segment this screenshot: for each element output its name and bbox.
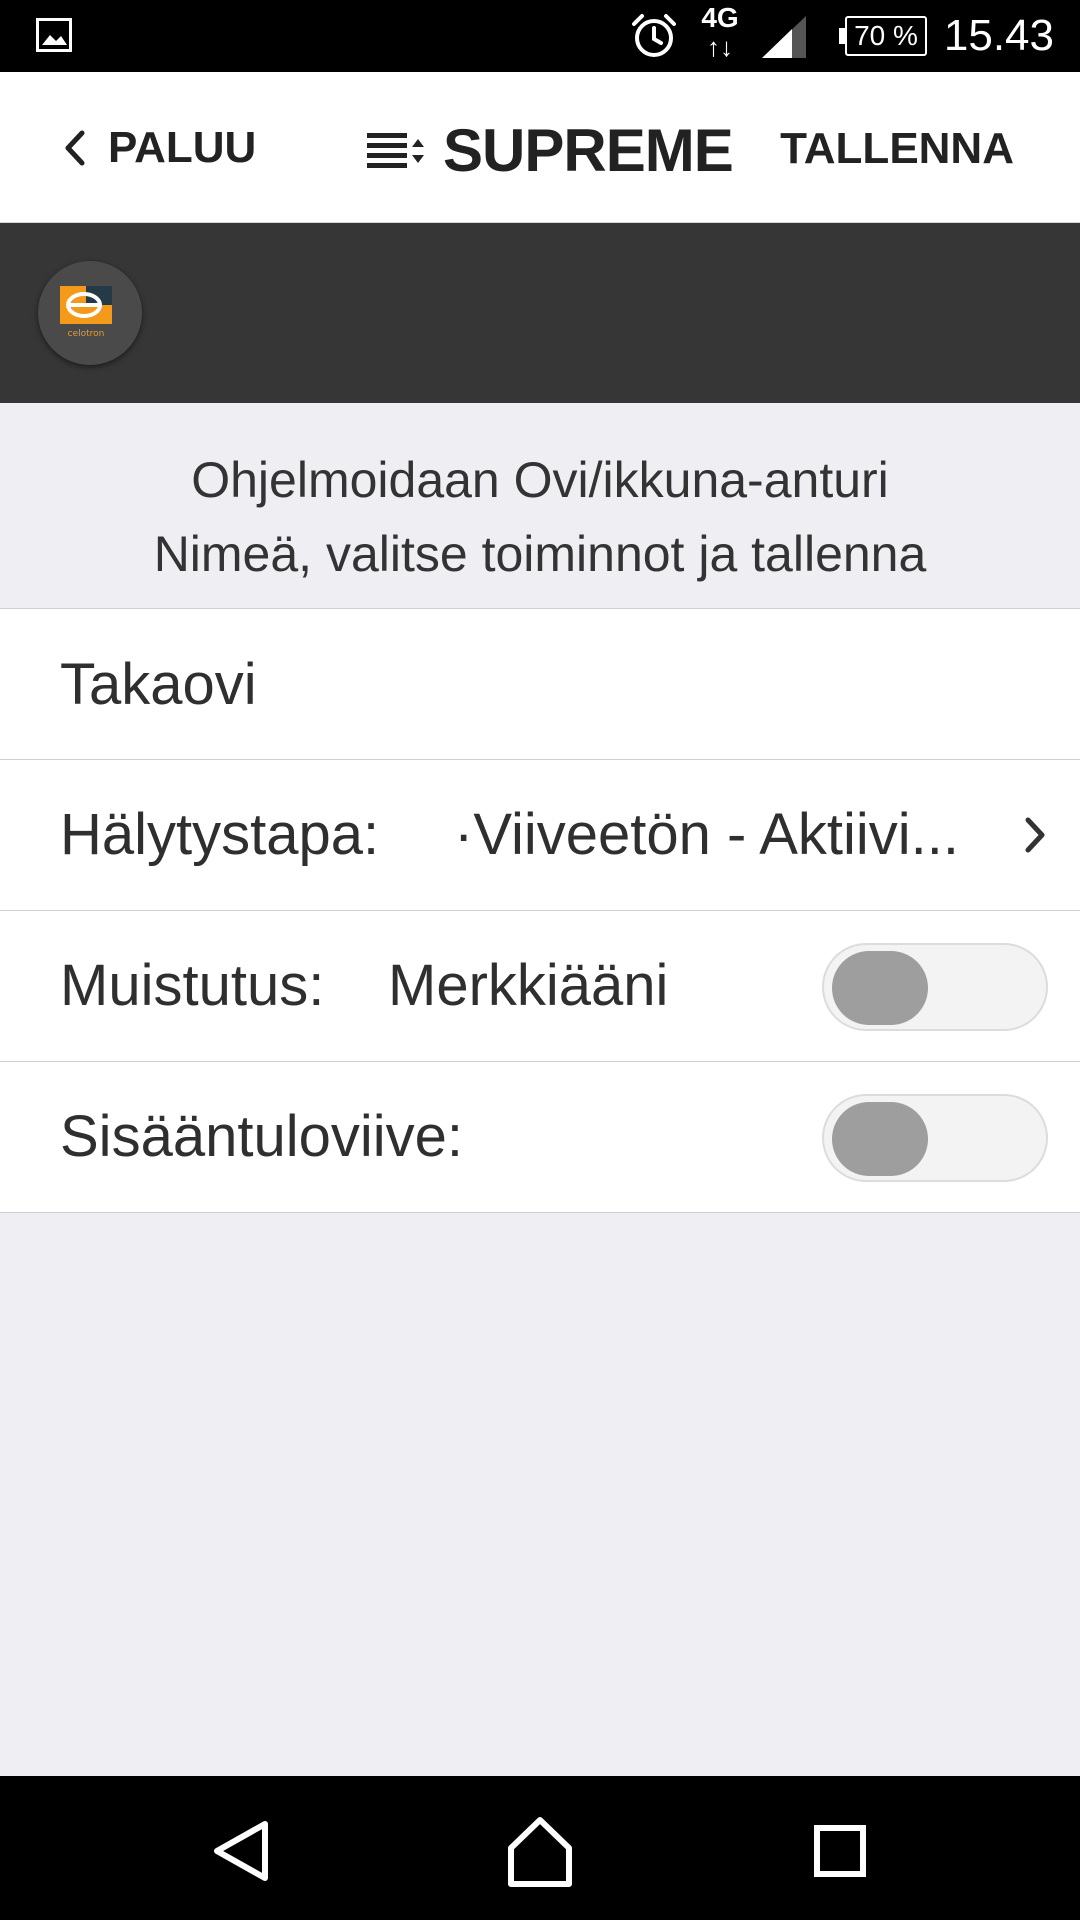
entry-delay-toggle[interactable]	[822, 1094, 1048, 1182]
navigation-bar	[0, 1776, 1080, 1920]
chevron-right-icon	[1025, 817, 1045, 853]
sensor-name-row	[0, 609, 1080, 760]
sensor-name-input[interactable]	[60, 639, 1040, 729]
entry-delay-label: Sisääntuloviive:	[60, 1104, 463, 1169]
celotron-logo: celotron	[38, 261, 142, 365]
status-time: 15.43	[943, 11, 1054, 60]
reminder-toggle[interactable]	[822, 943, 1048, 1031]
save-button[interactable]: TALLENNA	[780, 124, 1014, 174]
back-label: PALUU	[108, 123, 257, 172]
alarm-mode-label: Hälytystapa:	[60, 802, 380, 867]
entry-delay-row: Sisääntuloviive:	[0, 1062, 1080, 1213]
back-nav-icon[interactable]	[195, 1806, 285, 1896]
instruction-line-1: Ohjelmoidaan Ovi/ikkuna-anturi	[191, 452, 889, 508]
reminder-label: Muistutus:	[60, 953, 325, 1018]
network-indicator: 4G ↑↓	[701, 2, 739, 63]
brand: SUPREME	[367, 116, 734, 185]
toggle-knob	[832, 951, 928, 1025]
recents-nav-icon[interactable]	[795, 1806, 885, 1896]
app-title: SUPREME	[443, 117, 734, 184]
alarm-clock-icon	[632, 14, 676, 57]
home-nav-icon[interactable]	[495, 1806, 585, 1896]
alarm-mode-value: ·Viiveetön - Aktiivi...	[454, 802, 960, 867]
battery-level: 70 %	[854, 20, 918, 51]
logo-band: celotron	[0, 223, 1080, 403]
instructions: Ohjelmoidaan Ovi/ikkuna-anturi Nimeä, va…	[0, 403, 1080, 609]
chevron-left-icon	[65, 130, 85, 166]
logo-text: celotron	[68, 329, 105, 339]
back-button[interactable]: PALUU	[60, 118, 256, 178]
reminder-row: Muistutus: Merkkiääni	[0, 911, 1080, 1062]
sort-menu-icon	[367, 132, 424, 168]
status-bar: 4G ↑↓ 70 % 15.43	[0, 0, 1080, 72]
gallery-icon	[36, 18, 72, 52]
app-header: PALUU SUPREME TALLENNA	[0, 72, 1080, 223]
alarm-mode-row[interactable]: Hälytystapa: ·Viiveetön - Aktiivi...	[0, 760, 1080, 911]
instruction-line-2: Nimeä, valitse toiminnot ja tallenna	[153, 526, 927, 582]
toggle-knob	[832, 1102, 928, 1176]
battery-icon: 70 %	[839, 16, 927, 56]
reminder-value: Merkkiääni	[388, 953, 669, 1018]
signal-icon	[762, 16, 806, 58]
